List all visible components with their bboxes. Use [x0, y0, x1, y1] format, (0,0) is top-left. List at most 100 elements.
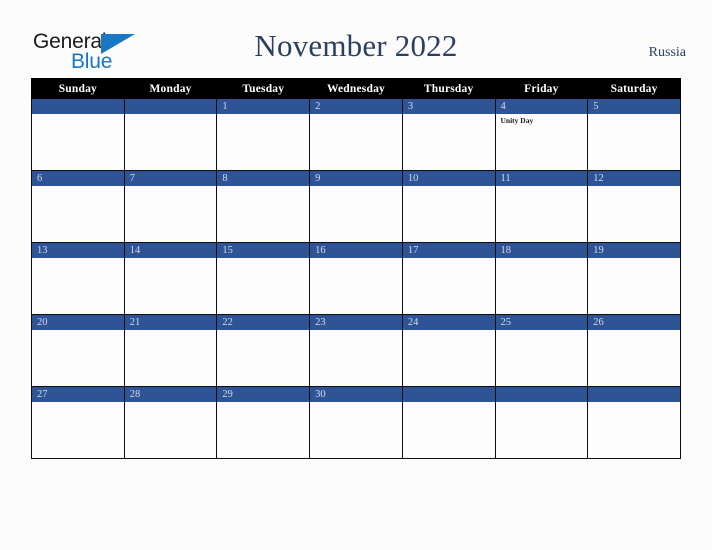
- calendar-day-cell[interactable]: 27: [31, 386, 125, 459]
- calendar-day-cell[interactable]: [587, 386, 681, 459]
- day-events: [496, 330, 588, 332]
- day-number-bar: 23: [310, 315, 402, 330]
- calendar-day-cell[interactable]: [494, 386, 589, 459]
- day-events: [310, 402, 402, 404]
- calendar-day-cell[interactable]: [401, 386, 496, 459]
- calendar-day-cell[interactable]: 1: [216, 98, 311, 171]
- calendar-day-cell[interactable]: 2: [309, 98, 403, 171]
- day-number-bar: 9: [310, 171, 402, 186]
- calendar-day-cell[interactable]: 8: [216, 170, 311, 243]
- calendar-day-cell[interactable]: 28: [123, 386, 218, 459]
- calendar-day-cell[interactable]: 13: [31, 242, 125, 315]
- calendar-day-cell[interactable]: 21: [123, 314, 218, 387]
- calendar-day-cell[interactable]: 16: [309, 242, 403, 315]
- calendar-day-cell[interactable]: 17: [401, 242, 496, 315]
- day-number: 11: [500, 173, 511, 184]
- day-number-bar: 1: [217, 99, 310, 114]
- day-number: 26: [593, 317, 604, 328]
- calendar-day-cell[interactable]: 29: [216, 386, 311, 459]
- day-events: [403, 330, 495, 332]
- day-events: [125, 186, 217, 188]
- day-number-bar: 15: [217, 243, 310, 258]
- day-number-bar: 11: [495, 171, 588, 186]
- day-number-bar: 2: [310, 99, 402, 114]
- day-cell-content: 9: [310, 171, 402, 242]
- day-number-bar: 6: [32, 171, 124, 186]
- calendar-day-cell[interactable]: 15: [216, 242, 311, 315]
- calendar-body: 1 2 3 4 Unity Day 5 6 7 8 9 10 11 12 13 14 15 16 17 18 19 20…: [31, 98, 681, 459]
- day-cell-content: 1: [217, 99, 310, 170]
- day-number: 22: [222, 317, 233, 328]
- day-events: [32, 114, 124, 116]
- calendar-week-row: 27 28 29 30: [31, 386, 681, 459]
- day-number: 1: [222, 101, 228, 112]
- calendar-day-cell[interactable]: 10: [401, 170, 496, 243]
- day-cell-content: 3: [402, 99, 495, 170]
- day-number-bar: 19: [588, 243, 680, 258]
- calendar-day-cell[interactable]: 6: [31, 170, 125, 243]
- calendar-day-cell[interactable]: 19: [587, 242, 681, 315]
- calendar-day-cell[interactable]: 23: [309, 314, 403, 387]
- calendar-day-cell[interactable]: 7: [123, 170, 218, 243]
- weekday-header-saturday: Saturday: [587, 78, 681, 99]
- calendar-day-cell[interactable]: 26: [587, 314, 681, 387]
- day-events: Unity Day: [496, 114, 588, 125]
- calendar-day-cell[interactable]: 9: [309, 170, 403, 243]
- day-cell-content: 18: [495, 243, 588, 314]
- day-number-bar: 14: [124, 243, 217, 258]
- day-number-bar: [32, 99, 124, 114]
- day-number: 21: [129, 317, 141, 328]
- day-number: 15: [222, 245, 233, 256]
- day-number: 2: [315, 101, 321, 112]
- calendar-day-cell[interactable]: 12: [587, 170, 681, 243]
- day-number: 13: [37, 245, 48, 256]
- day-cell-content: 5: [588, 99, 680, 170]
- day-cell-content: 23: [310, 315, 402, 386]
- weekday-header-wednesday: Wednesday: [309, 78, 403, 99]
- country-label: Russia: [648, 45, 686, 60]
- weekday-header-monday: Monday: [123, 78, 218, 99]
- day-cell-content: 15: [217, 243, 310, 314]
- day-number: 28: [129, 389, 141, 400]
- day-events: [496, 186, 588, 188]
- calendar-day-cell[interactable]: 3: [401, 98, 496, 171]
- day-number-bar: 30: [310, 387, 402, 402]
- calendar-day-cell[interactable]: [123, 98, 218, 171]
- day-cell-content: 19: [588, 243, 680, 314]
- calendar-grid: Sunday Monday Tuesday Wednesday Thursday…: [31, 78, 681, 459]
- calendar-day-cell[interactable]: 25: [494, 314, 589, 387]
- day-number-bar: 25: [495, 315, 588, 330]
- day-events: [588, 186, 680, 188]
- day-number: 4: [500, 101, 506, 112]
- day-number: 5: [593, 101, 599, 112]
- day-events: [125, 258, 217, 260]
- day-cell-content: 11: [495, 171, 588, 242]
- day-number-bar: 26: [588, 315, 680, 330]
- day-events: [588, 114, 680, 116]
- day-number: 27: [37, 389, 48, 400]
- day-number-bar: 21: [124, 315, 217, 330]
- day-number: 9: [315, 173, 321, 184]
- calendar-day-cell[interactable]: 22: [216, 314, 311, 387]
- day-events: [125, 330, 217, 332]
- calendar-day-cell[interactable]: 11: [494, 170, 589, 243]
- calendar-week-row: 13 14 15 16 17 18 19: [31, 242, 681, 315]
- day-number-bar: 24: [402, 315, 495, 330]
- day-cell-content: 8: [217, 171, 310, 242]
- calendar-day-cell[interactable]: 18: [494, 242, 589, 315]
- day-number: 17: [407, 245, 419, 256]
- calendar-day-cell[interactable]: 14: [123, 242, 218, 315]
- calendar-day-cell[interactable]: 5: [587, 98, 681, 171]
- calendar-day-cell[interactable]: 30: [309, 386, 403, 459]
- calendar-day-cell[interactable]: [31, 98, 125, 171]
- day-cell-content: 21: [124, 315, 217, 386]
- day-cell-content: 17: [402, 243, 495, 314]
- calendar-day-cell[interactable]: 24: [401, 314, 496, 387]
- calendar-day-cell[interactable]: 4 Unity Day: [494, 98, 589, 171]
- calendar-week-row: 20 21 22 23 24 25 26: [31, 314, 681, 387]
- day-number-bar: [588, 387, 680, 402]
- calendar-day-cell[interactable]: 20: [31, 314, 125, 387]
- day-number: 6: [37, 173, 43, 184]
- day-cell-content: 16: [310, 243, 402, 314]
- day-number-bar: 13: [32, 243, 124, 258]
